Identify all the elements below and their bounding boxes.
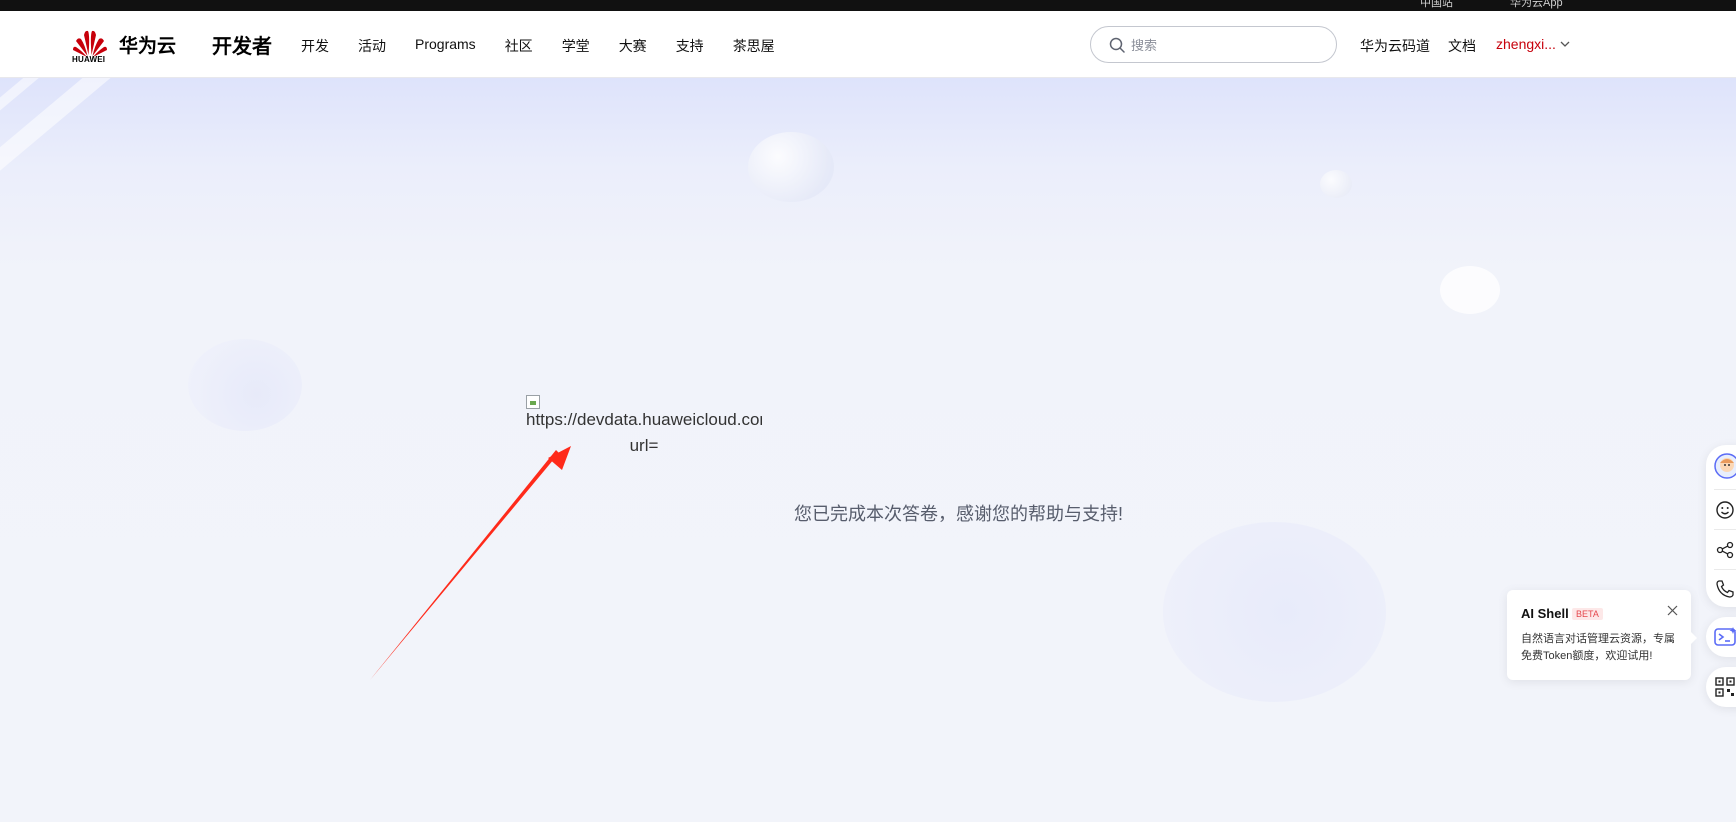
phone-icon[interactable]: [1714, 578, 1736, 600]
divider: [1714, 569, 1736, 570]
site-switcher[interactable]: 中国站: [1420, 0, 1453, 10]
site-header: HUAWEI 华为云 开发者 开发 活动 Programs 社区 学堂 大赛 支…: [0, 11, 1736, 78]
terminal-icon: [1714, 627, 1736, 646]
feedback-smile-icon[interactable]: [1714, 499, 1736, 521]
top-strip: 中国站 华为云App: [0, 0, 1736, 11]
nav-item-develop[interactable]: 开发: [301, 36, 329, 56]
search-icon: [1109, 37, 1125, 53]
nav-item-activities[interactable]: 活动: [358, 36, 386, 56]
user-menu[interactable]: zhengxi...: [1496, 36, 1556, 52]
share-icon[interactable]: [1714, 539, 1736, 561]
floating-toolbar: [1706, 445, 1736, 607]
main-content: https://devdata.huaweicloud.com url= 您已完…: [0, 78, 1736, 822]
assistant-avatar-icon[interactable]: [1714, 453, 1736, 479]
qrcode-icon: [1715, 677, 1735, 697]
search-box[interactable]: [1090, 26, 1337, 63]
codearts-link[interactable]: 华为云码道: [1360, 36, 1430, 56]
beta-badge: BETA: [1572, 608, 1603, 620]
nav-item-support[interactable]: 支持: [676, 36, 704, 56]
ai-shell-popup: AI Shell BETA 自然语言对话管理云资源，专属免费Token额度，欢迎…: [1507, 590, 1697, 680]
divider: [1714, 529, 1736, 530]
nav-item-academy[interactable]: 学堂: [562, 36, 590, 56]
docs-link[interactable]: 文档: [1448, 36, 1476, 56]
nav-item-contests[interactable]: 大赛: [619, 36, 647, 56]
search-input[interactable]: [1131, 35, 1321, 55]
logo-wordmark: HUAWEI: [72, 55, 106, 64]
close-icon[interactable]: [1667, 605, 1678, 616]
annotation-arrow-icon: [370, 446, 571, 680]
ai-shell-title: AI Shell: [1521, 606, 1569, 621]
ai-shell-description: 自然语言对话管理云资源，专属免费Token额度，欢迎试用!: [1521, 633, 1675, 662]
chevron-down-icon[interactable]: [1560, 41, 1570, 48]
section-title[interactable]: 开发者: [212, 30, 272, 59]
divider: [1714, 489, 1736, 490]
nav-item-community[interactable]: 社区: [505, 36, 533, 56]
nav-item-programs[interactable]: Programs: [415, 36, 476, 56]
app-download-link[interactable]: 华为云App: [1510, 0, 1563, 10]
nav-item-teahouse[interactable]: 茶思屋: [733, 36, 775, 56]
brand-name[interactable]: 华为云: [119, 31, 176, 58]
main-nav: 开发 活动 Programs 社区 学堂 大赛 支持 茶思屋: [301, 36, 804, 56]
